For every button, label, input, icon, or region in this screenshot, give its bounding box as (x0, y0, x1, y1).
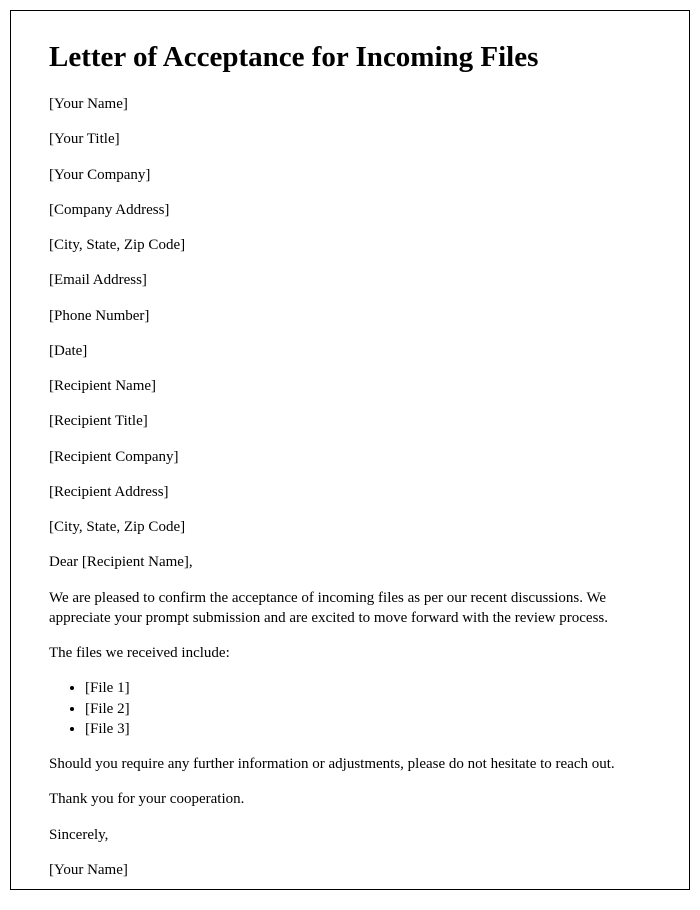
letter-date: [Date] (49, 341, 651, 361)
body-paragraph-1: We are pleased to confirm the acceptance… (49, 588, 651, 629)
sender-company: [Your Company] (49, 165, 651, 185)
body-paragraph-2: The files we received include: (49, 643, 651, 663)
recipient-city-state-zip: [City, State, Zip Code] (49, 517, 651, 537)
recipient-title: [Recipient Title] (49, 411, 651, 431)
sender-name: [Your Name] (49, 94, 651, 114)
list-item: [File 3] (85, 719, 651, 739)
list-item: [File 1] (85, 678, 651, 698)
letter-page: Letter of Acceptance for Incoming Files … (10, 10, 690, 890)
body-paragraph-4: Thank you for your cooperation. (49, 789, 651, 809)
sender-title: [Your Title] (49, 129, 651, 149)
letter-title: Letter of Acceptance for Incoming Files (49, 41, 651, 74)
recipient-company: [Recipient Company] (49, 447, 651, 467)
signature-name: [Your Name] (49, 860, 651, 880)
list-item: [File 2] (85, 699, 651, 719)
sender-email: [Email Address] (49, 270, 651, 290)
sender-phone: [Phone Number] (49, 306, 651, 326)
recipient-name: [Recipient Name] (49, 376, 651, 396)
salutation: Dear [Recipient Name], (49, 552, 651, 572)
sender-city-state-zip: [City, State, Zip Code] (49, 235, 651, 255)
closing: Sincerely, (49, 825, 651, 845)
files-list: [File 1] [File 2] [File 3] (85, 678, 651, 739)
recipient-address: [Recipient Address] (49, 482, 651, 502)
sender-address: [Company Address] (49, 200, 651, 220)
body-paragraph-3: Should you require any further informati… (49, 754, 651, 774)
